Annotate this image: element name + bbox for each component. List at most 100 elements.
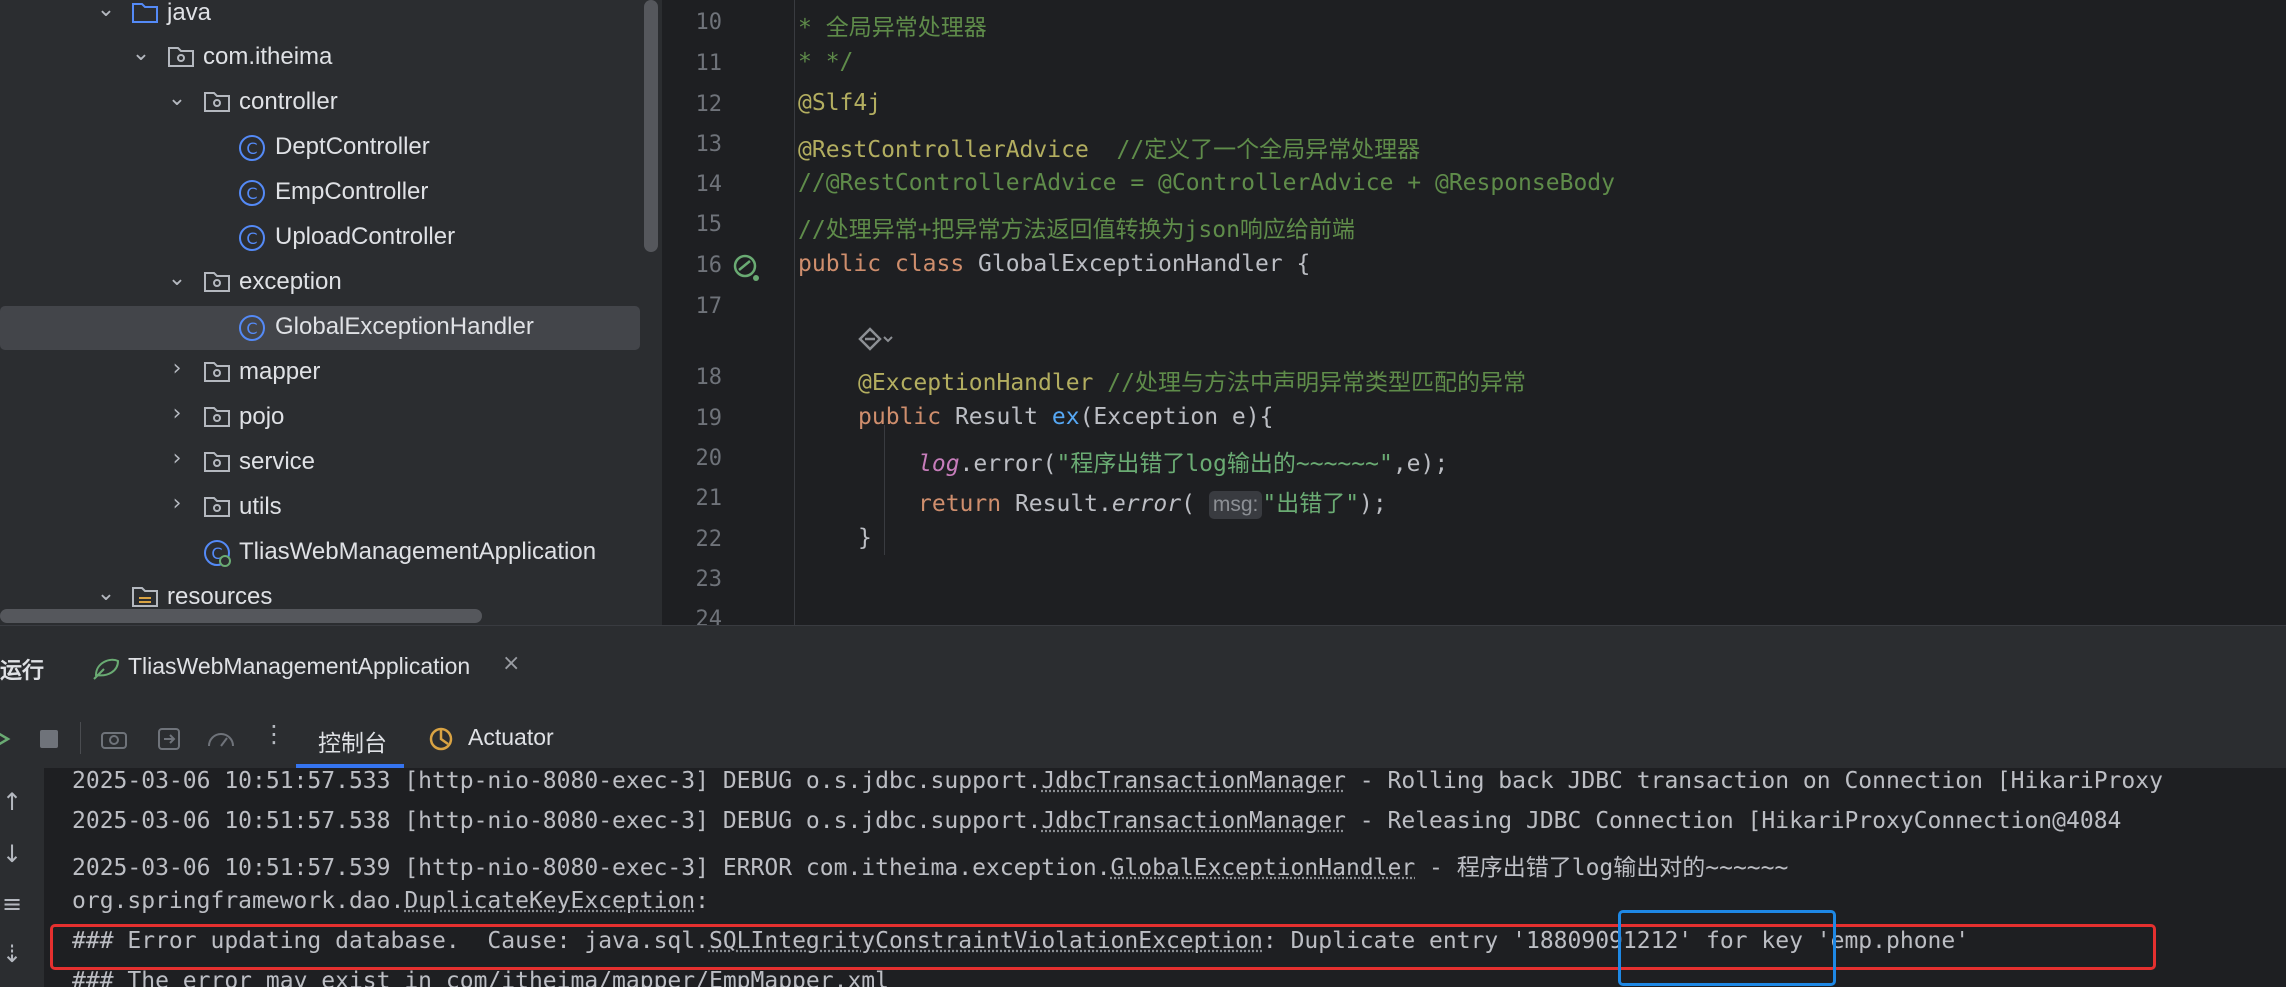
line-number: 10 [695,10,723,35]
ai-assistant-icon[interactable] [856,325,896,355]
log-text: 2025-03-06 10:51:57.538 [http-nio-8080-e… [72,808,1042,834]
class-icon: C [239,135,265,161]
annotation-token: @RestControllerAdvice [798,137,1089,163]
tree-item-label: resources [167,583,273,610]
tree-item-label: DeptController [275,133,430,160]
more-options-icon[interactable]: ⋮ [262,720,286,748]
tree-item-dept-controller[interactable]: C DeptController [0,126,640,170]
string-token: "出错了" [1262,491,1360,517]
console-output[interactable]: ↑ ↓ ≡ ⇣ 2025-03-06 10:51:57.533 [http-ni… [0,768,2286,987]
package-icon [204,92,230,112]
log-text: 2025-03-06 10:51:57.533 [http-nio-8080-e… [72,768,1042,794]
camera-icon[interactable] [100,728,128,750]
code-line-16: public class GlobalExceptionHandler { [798,251,1310,277]
chevron-right-icon[interactable]: › [166,356,188,381]
console-side-toolbar: ↑ ↓ ≡ ⇣ [0,768,44,987]
code-line-11: * */ [798,49,854,75]
chevron-down-icon[interactable]: ⌄ [166,266,188,291]
duplicate-value-highlight-box [1618,910,1836,986]
tree-item-service[interactable]: › service [0,441,640,485]
code-line-13: @RestControllerAdvice //定义了一个全局异常处理器 [798,130,1420,164]
chevron-down-icon[interactable]: ⌄ [95,581,117,606]
tree-item-com-itheima[interactable]: ⌄ com.itheima [0,36,640,80]
spring-boot-class-icon: C [204,540,231,567]
package-icon [204,362,230,382]
line-number: 21 [695,486,723,511]
class-ref-token: Result. [1014,491,1112,517]
spring-bean-gutter-icon[interactable] [732,253,762,283]
tree-item-java[interactable]: ⌄ java [0,0,640,36]
tab-actuator[interactable]: Actuator [468,724,554,751]
line-number: 19 [695,406,723,431]
tree-item-exception[interactable]: ⌄ exception [0,261,640,305]
tree-item-controller[interactable]: ⌄ controller [0,81,640,125]
tree-item-upload-controller[interactable]: C UploadController [0,216,640,260]
parameter-hint: msg: [1208,491,1263,519]
tree-item-tlias-application[interactable]: C TliasWebManagementApplication [0,531,640,575]
tree-horizontal-scrollbar[interactable] [0,609,482,623]
line-number: 13 [695,132,723,157]
spring-boot-run-icon [93,658,120,680]
exit-icon[interactable] [156,726,182,752]
field-token: log [918,451,960,477]
tab-console[interactable]: 控制台 [318,724,387,758]
log-text: - Releasing JDBC Connection [HikariProxy… [1345,808,2122,834]
gutter-separator [794,0,795,625]
comment-token: //定义了一个全局异常处理器 [1088,137,1421,163]
class-icon: C [239,225,265,251]
soft-wrap-icon[interactable]: ≡ [0,890,24,918]
annotation-token: @ExceptionHandler [858,370,1094,396]
string-token: "程序出错了log输出的~~~~~~" [1056,451,1393,477]
code-line-14: //@RestControllerAdvice = @ControllerAdv… [798,170,1615,196]
tree-item-mapper[interactable]: › mapper [0,351,640,395]
project-tree: ⌄ java ⌄ com.itheima ⌄ controller C Dept… [0,0,662,625]
code-line-15: //处理异常+把异常方法返回值转换为json响应给前端 [798,217,1355,243]
tree-item-emp-controller[interactable]: C EmpController [0,171,640,215]
arrow-up-icon[interactable]: ↑ [0,788,24,816]
tree-item-pojo[interactable]: › pojo [0,396,640,440]
code-line-18: @ExceptionHandler //处理与方法中声明异常类型匹配的异常 [858,363,1526,397]
scroll-to-end-icon[interactable]: ⇣ [0,940,24,968]
chevron-right-icon[interactable]: › [166,401,188,426]
chevron-down-icon[interactable]: ⌄ [166,86,188,111]
profiler-icon[interactable] [206,726,236,752]
tree-item-label: exception [239,268,342,295]
console-line: 2025-03-06 10:51:57.533 [http-nio-8080-e… [72,768,2163,794]
console-line: 2025-03-06 10:51:57.539 [http-nio-8080-e… [72,848,1788,882]
class-link[interactable]: DuplicateKeyException [404,888,695,914]
chevron-down-icon[interactable]: ⌄ [130,41,152,66]
keyword-token: public class [798,251,979,277]
log-text: - 程序出错了log输出对的~~~~~~ [1415,855,1789,881]
tree-item-label: controller [239,88,338,115]
keyword-token: return [918,491,1015,517]
line-number: 24 [695,607,723,625]
paren-token: ( [1181,491,1209,517]
chevron-right-icon[interactable]: › [166,446,188,471]
tree-item-label: java [167,0,212,26]
code-editor[interactable]: 10 11 12 13 14 15 16 17 18 19 20 21 22 2… [662,0,2286,625]
run-configuration-tab[interactable]: TliasWebManagementApplication [128,653,470,680]
run-window-title: 运行 [0,659,45,684]
close-icon[interactable]: × [502,651,520,676]
class-icon: C [239,180,265,206]
source-folder-icon [132,3,158,23]
package-icon [204,497,230,517]
error-line-highlight-box [50,924,2156,970]
svg-text:C: C [246,184,257,203]
class-link[interactable]: GlobalExceptionHandler [1111,855,1416,881]
tree-item-utils[interactable]: › utils [0,486,640,530]
stop-icon[interactable] [38,728,60,750]
tree-item-label: pojo [239,403,285,430]
chevron-right-icon[interactable]: › [166,491,188,516]
indent-guide [884,425,885,555]
comment-token: //处理与方法中声明异常类型匹配的异常 [1093,370,1526,396]
class-link[interactable]: JdbcTransactionManager [1041,808,1346,834]
class-link[interactable]: JdbcTransactionManager [1041,768,1346,794]
package-icon [204,452,230,472]
arrow-down-icon[interactable]: ↓ [0,840,24,868]
chevron-down-icon[interactable]: ⌄ [95,0,117,22]
tree-item-global-exception-handler[interactable]: C GlobalExceptionHandler [0,306,640,350]
rerun-icon[interactable] [0,728,12,750]
tree-vertical-scrollbar[interactable] [644,0,658,252]
line-number: 20 [695,446,723,471]
